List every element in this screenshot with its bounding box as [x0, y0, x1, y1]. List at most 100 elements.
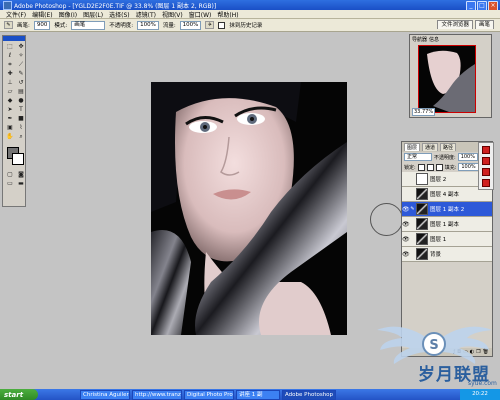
opacity-field[interactable]: 100% — [137, 20, 159, 30]
zoom-tool-icon[interactable]: ⌕ — [16, 133, 26, 141]
taskbar-item[interactable]: http://www.tranzaq... — [132, 389, 182, 400]
flow-field[interactable]: 100% — [179, 20, 202, 30]
layer-name: 图层 1 副本 — [430, 222, 459, 228]
mini-swatch-panel — [478, 142, 494, 190]
pen-tool-icon[interactable]: ✒ — [5, 115, 15, 123]
layer-row-selected[interactable]: 👁 ✎ 图层 1 副本 2 — [402, 202, 492, 217]
layer-thumbnail — [416, 203, 428, 215]
tab-brushes[interactable]: 画笔 — [474, 20, 494, 29]
lock-label: 锁定: — [404, 164, 416, 171]
fill-field[interactable]: 100% — [458, 163, 479, 171]
watermark-url: syue.com — [468, 380, 497, 387]
mode-select[interactable]: 画笔 — [71, 20, 106, 30]
visibility-icon[interactable]: 👁 — [402, 221, 410, 228]
marquee-tool-icon[interactable]: ⬚ — [5, 43, 15, 51]
mode-label: 模式: — [54, 23, 68, 29]
layer-row[interactable]: 👁 背景 — [402, 247, 492, 262]
background-color-swatch[interactable] — [12, 153, 24, 165]
palette-well: 文件浏览器 画笔 — [437, 20, 494, 29]
svg-text:S: S — [429, 338, 438, 353]
taskbar-item[interactable]: Digital Photo Professio... — [184, 389, 234, 400]
navigator-zoom-field[interactable]: 33.77% — [412, 108, 436, 116]
tool-preset-button[interactable]: ✎ — [4, 21, 13, 29]
eraser-tool-icon[interactable]: ▱ — [5, 88, 15, 96]
layer-thumbnail — [416, 248, 428, 260]
swatch-red[interactable] — [482, 179, 490, 187]
brush-tool-icon[interactable]: ✎ — [16, 70, 26, 78]
start-button[interactable]: start — [0, 389, 38, 400]
layer-thumbnail — [416, 218, 428, 230]
menu-select[interactable]: 选择(S) — [109, 10, 130, 19]
tab-layers[interactable]: 图层 — [404, 143, 421, 151]
layer-row[interactable]: 👁 图层 1 — [402, 232, 492, 247]
hand-tool-icon[interactable]: ✋ — [5, 133, 15, 141]
taskbar-item-active[interactable]: Adobe Photoshop - [Y... — [282, 389, 336, 400]
menu-view[interactable]: 视图(V) — [162, 10, 183, 19]
portrait-image — [151, 82, 347, 335]
brush-size-field[interactable]: 900 — [33, 20, 51, 30]
start-label: start — [4, 390, 24, 399]
slice-tool-icon[interactable]: ⟋ — [16, 61, 26, 69]
tool-grid: ⬚ ✥ ℓ ✧ ⌗ ⟋ ✚ ✎ ⊥ ↺ ▱ ▤ ◆ ● ➤ T ✒ ■ ▣ ⌇ … — [3, 41, 25, 143]
full-screen-mode-icon[interactable]: ▬ — [16, 180, 26, 188]
swatch-red[interactable] — [482, 168, 490, 176]
magic-wand-tool-icon[interactable]: ✧ — [16, 52, 26, 60]
notes-tool-icon[interactable]: ▣ — [5, 124, 15, 132]
history-brush-tool-icon[interactable]: ↺ — [16, 79, 26, 87]
taskbar-item[interactable]: Christina Aguilera... — [80, 389, 130, 400]
blend-mode-select[interactable]: 正常 — [404, 153, 432, 161]
menu-help[interactable]: 帮助(H) — [217, 10, 238, 19]
blur-tool-icon[interactable]: ◆ — [5, 97, 15, 105]
tab-info[interactable]: 信息 — [429, 36, 439, 43]
menu-file[interactable]: 文件(F) — [6, 10, 26, 19]
tab-file-browser[interactable]: 文件浏览器 — [437, 20, 473, 29]
gradient-tool-icon[interactable]: ▤ — [16, 88, 26, 96]
crop-tool-icon[interactable]: ⌗ — [5, 61, 15, 69]
brush-icon[interactable]: ✎ — [409, 206, 416, 212]
erase-to-history-checkbox[interactable] — [218, 21, 226, 29]
quick-mask-mode-icon[interactable]: ◙ — [16, 171, 26, 179]
brush-label: 画笔: — [17, 23, 30, 29]
eyedropper-tool-icon[interactable]: ⌇ — [16, 124, 26, 132]
visibility-icon[interactable]: 👁 — [402, 206, 410, 213]
taskbar-item[interactable]: 讲座 1 副 — [236, 389, 280, 400]
lock-transparency-icon[interactable] — [417, 163, 425, 171]
menu-edit[interactable]: 编辑(E) — [32, 10, 52, 19]
lasso-tool-icon[interactable]: ℓ — [5, 52, 15, 60]
lock-pixels-icon[interactable] — [426, 163, 434, 171]
layer-thumbnail — [416, 173, 428, 185]
menu-filter[interactable]: 滤镜(T) — [136, 10, 156, 19]
menu-layer[interactable]: 图层(L) — [83, 10, 103, 19]
shape-tool-icon[interactable]: ■ — [16, 115, 26, 123]
tab-channels[interactable]: 通道 — [422, 143, 439, 151]
path-selection-tool-icon[interactable]: ➤ — [5, 106, 15, 114]
move-tool-icon[interactable]: ✥ — [16, 43, 26, 51]
layer-opacity-field[interactable]: 100% — [457, 153, 478, 161]
lock-position-icon[interactable] — [435, 163, 443, 171]
layer-row[interactable]: 👁 图层 1 副本 — [402, 217, 492, 232]
standard-mode-icon[interactable]: ▢ — [5, 171, 15, 179]
menu-window[interactable]: 窗口(W) — [189, 10, 212, 19]
document-canvas[interactable] — [151, 82, 347, 335]
swatch-red[interactable] — [482, 157, 490, 165]
layer-name: 背景 — [430, 252, 442, 258]
visibility-icon[interactable]: 👁 — [402, 251, 410, 258]
dodge-tool-icon[interactable]: ● — [16, 97, 26, 105]
healing-brush-tool-icon[interactable]: ✚ — [5, 70, 15, 78]
menu-image[interactable]: 图像(I) — [59, 10, 77, 19]
navigator-thumbnail[interactable] — [418, 45, 476, 113]
visibility-icon[interactable]: 👁 — [402, 236, 410, 243]
airbrush-button[interactable]: ✈ — [205, 21, 215, 29]
type-tool-icon[interactable]: T — [16, 106, 26, 114]
clone-stamp-tool-icon[interactable]: ⊥ — [5, 79, 15, 87]
screen-mode-icon[interactable]: ▭ — [5, 180, 15, 188]
tab-navigator[interactable]: 导航器 — [412, 36, 427, 43]
layer-opacity-label: 不透明度: — [434, 154, 456, 161]
swatch-red[interactable] — [482, 146, 490, 154]
thumbnail-image — [419, 46, 475, 112]
layer-name: 图层 2 — [430, 177, 447, 183]
title-bar: Adobe Photoshop - [YGLD2E2F0E.TIF @ 33.8… — [0, 0, 500, 11]
tab-paths[interactable]: 路径 — [440, 143, 457, 151]
menu-bar: 文件(F) 编辑(E) 图像(I) 图层(L) 选择(S) 滤镜(T) 视图(V… — [0, 10, 500, 19]
watermark: S 岁月联盟 syue.com — [372, 300, 497, 388]
